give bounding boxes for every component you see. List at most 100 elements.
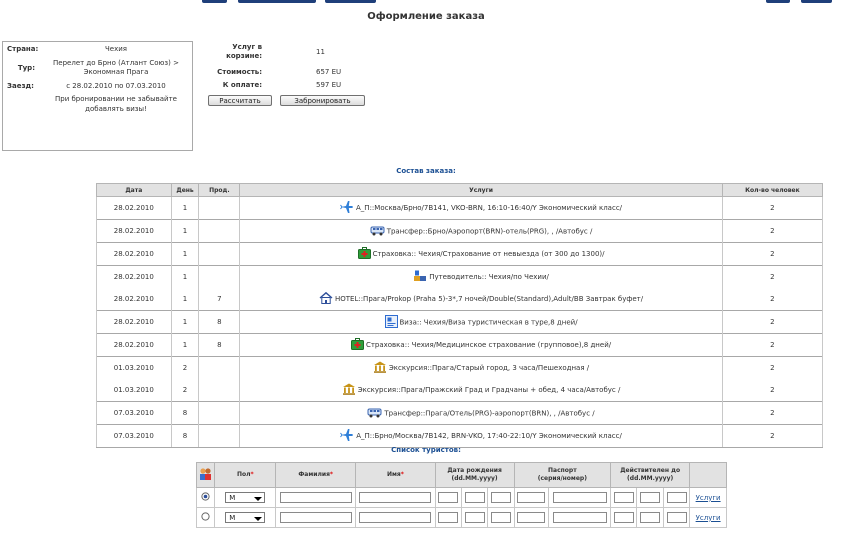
order-people-cell: 2	[721, 242, 824, 266]
order-people-cell: 2	[721, 333, 824, 357]
tourist-select-radio[interactable]	[201, 492, 210, 503]
stay-label: Заезд:	[7, 82, 34, 90]
order-day-cell: 8	[170, 401, 200, 425]
order-date-cell: 01.03.2010	[96, 356, 172, 379]
order-service-text: Страховка:: Чехия/Страхование от невыезд…	[372, 250, 605, 258]
tourist-select-radio[interactable]	[201, 512, 210, 523]
order-day-cell: 1	[170, 219, 200, 243]
sex-select-value: M	[229, 514, 236, 522]
tourist-services-link[interactable]: Услуги	[696, 514, 721, 522]
valid-month-field[interactable]	[640, 492, 661, 503]
sex-select[interactable]: M	[225, 512, 266, 523]
passport-series-field[interactable]	[517, 512, 546, 523]
order-day-cell: 1	[170, 265, 200, 288]
passport-number-cell	[547, 507, 612, 528]
order-service-cell: Путеводитель:: Чехия/по Чехии/	[239, 265, 723, 288]
surname-header-label: Фамилия	[298, 471, 330, 478]
visa-icon	[384, 314, 398, 330]
order-date-cell: 28.02.2010	[96, 242, 172, 266]
order-day-cell: 1	[170, 196, 200, 220]
passport-number-field[interactable]	[552, 512, 607, 523]
valid-day-field[interactable]	[613, 512, 634, 523]
col-birth-date: Дата рождения (dd.MM.yyyy)	[434, 462, 515, 488]
order-day-cell: 8	[170, 424, 200, 448]
order-row: 28.02.2010 1 8 Страховка:: Чехия/Медицинско…	[96, 333, 824, 357]
order-day-cell: 2	[170, 356, 200, 379]
top-nav-button[interactable]	[202, 0, 227, 3]
tourist-row: M Услуги	[195, 507, 727, 528]
tour-info-box: Страна: Чехия Тур: Перелет до Брно (Атла…	[2, 41, 193, 151]
col-services-link	[689, 462, 727, 488]
tourist-name-cell	[355, 507, 436, 528]
birth-month-cell	[460, 487, 489, 508]
order-service-text: А_П::Брно/Москва/7B142, BRN-VKO, 17:40-2…	[356, 432, 622, 440]
birth-day-field[interactable]	[438, 492, 459, 503]
medkit-icon	[350, 338, 364, 352]
birth-header-label: Дата рождения	[447, 467, 502, 474]
tourist-surname-cell	[275, 507, 357, 528]
order-service-cell: Экскурсия::Прага/Старый город, 3 часа/Пе…	[239, 356, 723, 379]
valid-year-cell	[662, 487, 691, 508]
country-value: Чехия	[104, 45, 127, 53]
valid-day-field[interactable]	[613, 492, 634, 503]
passport-format-label: (серия/номер)	[537, 475, 587, 482]
order-people-cell: 2	[721, 401, 824, 425]
top-nav-button[interactable]	[325, 0, 376, 3]
order-row: 01.03.2010 2 Экскурсия::Прага/Старый город…	[96, 356, 824, 379]
order-day-cell: 2	[170, 379, 200, 402]
valid-year-field[interactable]	[666, 512, 687, 523]
plane-icon	[340, 201, 354, 215]
order-service-cell: Страховка:: Чехия/Медицинское страховани…	[239, 333, 723, 357]
book-button[interactable]: Забронировать	[280, 95, 365, 106]
order-date-cell: 28.02.2010	[96, 265, 172, 288]
birth-year-field[interactable]	[490, 512, 511, 523]
cost-value: 657 EU	[316, 68, 342, 76]
birth-day-field[interactable]	[438, 512, 459, 523]
valid-day-cell	[610, 507, 638, 528]
tourist-sex-cell: M	[214, 507, 277, 528]
passport-number-field[interactable]	[552, 492, 607, 503]
tourist-row: M Услуги	[195, 487, 727, 508]
order-service-text: Экскурсия::Прага/Пражский Град и Градчан…	[357, 386, 621, 394]
valid-month-field[interactable]	[640, 512, 661, 523]
order-prod-cell	[198, 219, 241, 243]
stay-value: с 28.02.2010 по 07.03.2010	[66, 82, 166, 90]
tourist-services-link[interactable]: Услуги	[696, 494, 721, 502]
birth-month-field[interactable]	[464, 512, 485, 523]
order-people-cell: 2	[721, 219, 824, 243]
order-date-cell: 01.03.2010	[96, 379, 172, 402]
calculate-button[interactable]: Рассчитать	[208, 95, 272, 106]
order-date-cell: 28.02.2010	[96, 310, 172, 334]
order-day-cell: 1	[170, 288, 200, 311]
order-row: 28.02.2010 1 7 HOTEL::Прага/Prokop (Praha 5…	[96, 288, 824, 311]
col-passport: Паспорт (серия/номер)	[513, 462, 612, 488]
top-nav-button[interactable]	[766, 0, 790, 3]
order-service-text: Страховка:: Чехия/Медицинское страховани…	[365, 341, 612, 349]
birth-year-field[interactable]	[490, 492, 511, 503]
col-people: Кол-во человек	[721, 183, 824, 197]
valid-year-field[interactable]	[666, 492, 687, 503]
birth-month-field[interactable]	[464, 492, 485, 503]
col-valid-until: Действителен до (dd.MM.yyyy)	[610, 462, 691, 488]
top-nav-button[interactable]	[801, 0, 832, 3]
chevron-down-icon	[254, 497, 263, 501]
surname-field[interactable]	[279, 512, 352, 523]
passport-series-field[interactable]	[517, 492, 546, 503]
surname-field[interactable]	[279, 492, 352, 503]
valid-format-label: (dd.MM.yyyy)	[627, 475, 674, 482]
order-day-cell: 1	[170, 310, 200, 334]
col-services: Услуги	[239, 183, 723, 197]
order-people-cell: 2	[721, 196, 824, 220]
top-nav-button[interactable]	[238, 0, 316, 3]
birth-year-cell	[487, 507, 515, 528]
medkit-icon	[357, 247, 371, 261]
order-service-cell: Виза:: Чехия/Виза туристическая в туре,8…	[239, 310, 723, 334]
order-row: 01.03.2010 2 Экскурсия::Прага/Пражский Гра…	[96, 379, 824, 402]
name-field[interactable]	[359, 512, 432, 523]
cart-label: Услуг в корзине:	[226, 43, 262, 60]
order-date-cell: 07.03.2010	[96, 401, 172, 425]
order-service-text: Экскурсия::Прага/Старый город, 3 часа/Пе…	[388, 364, 590, 372]
name-field[interactable]	[359, 492, 432, 503]
sex-select[interactable]: M	[225, 492, 266, 503]
pay-value: 597 EU	[316, 81, 342, 89]
